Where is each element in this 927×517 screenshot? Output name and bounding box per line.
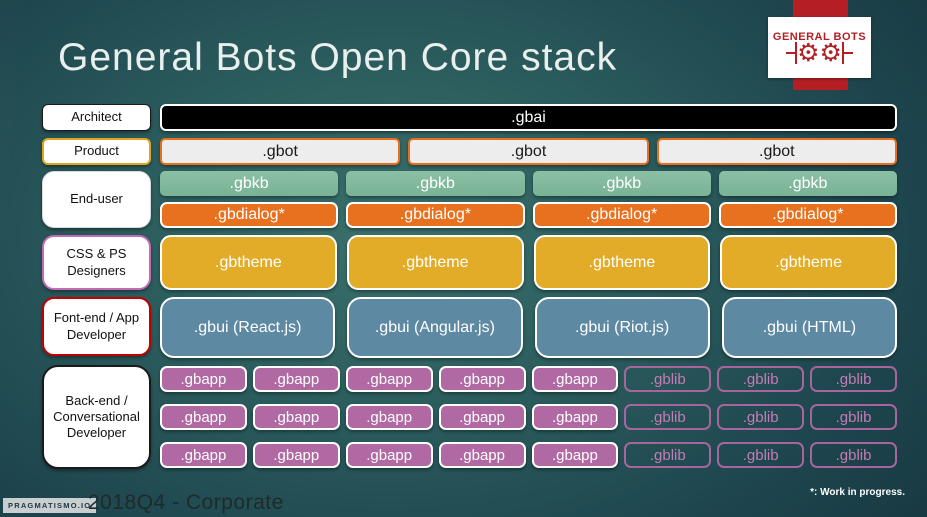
gbui-angular-chip: .gbui (Angular.js) xyxy=(347,297,523,358)
gbapp-chip: .gbapp xyxy=(531,404,619,430)
pragmatismo-brand-badge: PRAGMATISMO.IO xyxy=(3,498,97,513)
gbdialog-chip: .gbdialog* xyxy=(532,202,711,228)
gblib-chip: .gblib xyxy=(624,366,712,392)
gbkb-chip: .gbkb xyxy=(160,171,339,196)
gbui-riot-chip: .gbui (Riot.js) xyxy=(534,297,710,358)
gbtheme-row: .gbtheme .gbtheme .gbtheme .gbtheme xyxy=(160,235,897,290)
gbot-row: .gbot .gbot .gbot xyxy=(160,138,897,165)
gblib-chip: .gblib xyxy=(717,442,805,468)
gbkb-chip: .gbkb xyxy=(532,171,711,196)
gear-icon: ⚙ xyxy=(819,37,842,67)
gbapp-chip: .gbapp xyxy=(160,366,247,392)
page-title: General Bots Open Core stack xyxy=(58,36,618,79)
gblib-chip: .gblib xyxy=(717,366,805,392)
role-label-frontend-app-developer: Font-end / App Developer xyxy=(42,297,151,356)
gbapp-chip: .gbapp xyxy=(438,366,526,392)
gbapp-chip: .gbapp xyxy=(160,404,247,430)
role-label-product: Product xyxy=(42,138,151,165)
gear-icon: ⚙ xyxy=(797,37,820,67)
gbui-html-chip: .gbui (HTML) xyxy=(721,297,897,358)
gbapp-chip: .gbapp xyxy=(252,442,340,468)
gbapp-chip: .gbapp xyxy=(345,366,433,392)
gblib-chip: .gblib xyxy=(810,366,897,392)
slide-caption: 2018Q4 - Corporate xyxy=(88,491,284,514)
gbtheme-chip: .gbtheme xyxy=(533,235,711,290)
gblib-chip: .gblib xyxy=(810,404,897,430)
gbapp-chip: .gbapp xyxy=(345,442,433,468)
role-label-end-user: End-user xyxy=(42,171,151,228)
gbdialog-chip: .gbdialog* xyxy=(718,202,897,228)
gbot-chip: .gbot xyxy=(160,138,401,165)
gbai-bar: .gbai xyxy=(160,104,897,131)
gbkb-row: .gbkb .gbkb .gbkb .gbkb xyxy=(160,171,897,196)
gbot-chip: .gbot xyxy=(408,138,649,165)
gbapp-chip: .gbapp xyxy=(345,404,433,430)
gbapp-chip: .gbapp xyxy=(252,366,340,392)
gbtheme-chip: .gbtheme xyxy=(720,235,897,290)
gbkb-chip: .gbkb xyxy=(718,171,897,196)
gbapp-chip: .gbapp xyxy=(438,442,526,468)
gbapp-chip: .gbapp xyxy=(531,442,619,468)
gbtheme-chip: .gbtheme xyxy=(160,235,337,290)
gbapp-chip: .gbapp xyxy=(531,366,619,392)
gbdialog-row: .gbdialog* .gbdialog* .gbdialog* .gbdial… xyxy=(160,202,897,228)
gbdialog-chip: .gbdialog* xyxy=(160,202,339,228)
gblib-chip: .gblib xyxy=(624,442,712,468)
gbdialog-chip: .gbdialog* xyxy=(346,202,525,228)
slide: General Bots Open Core stack GENERAL BOT… xyxy=(0,0,927,517)
apps-row-2: .gbapp .gbapp .gbapp .gbapp .gbapp .gbli… xyxy=(160,404,897,430)
gbui-row: .gbui (React.js) .gbui (Angular.js) .gbu… xyxy=(160,297,897,358)
gbapp-chip: .gbapp xyxy=(160,442,247,468)
apps-row-3: .gbapp .gbapp .gbapp .gbapp .gbapp .gbli… xyxy=(160,442,897,468)
role-label-architect: Architect xyxy=(42,104,151,131)
gbot-chip: .gbot xyxy=(656,138,897,165)
gbui-react-chip: .gbui (React.js) xyxy=(160,297,336,358)
role-label-css-ps-designers: CSS & PS Designers xyxy=(42,235,151,290)
gblib-chip: .gblib xyxy=(624,404,712,430)
gblib-chip: .gblib xyxy=(717,404,805,430)
work-in-progress-note: *: Work in progress. xyxy=(810,487,905,498)
gbkb-chip: .gbkb xyxy=(346,171,525,196)
general-bots-logo: GENERAL BOTS ⚙ ⚙ xyxy=(768,17,871,78)
role-label-backend-conversational-developer: Back-end / Conversational Developer xyxy=(42,365,151,469)
gear-line-right xyxy=(843,51,853,54)
apps-row-1: .gbapp .gbapp .gbapp .gbapp .gbapp .gbli… xyxy=(160,366,897,392)
gears-icon: ⚙ ⚙ xyxy=(786,37,853,67)
gblib-chip: .gblib xyxy=(810,442,897,468)
gbapp-chip: .gbapp xyxy=(252,404,340,430)
gbapp-chip: .gbapp xyxy=(438,404,526,430)
gear-line-left xyxy=(786,51,796,54)
gbtheme-chip: .gbtheme xyxy=(346,235,524,290)
